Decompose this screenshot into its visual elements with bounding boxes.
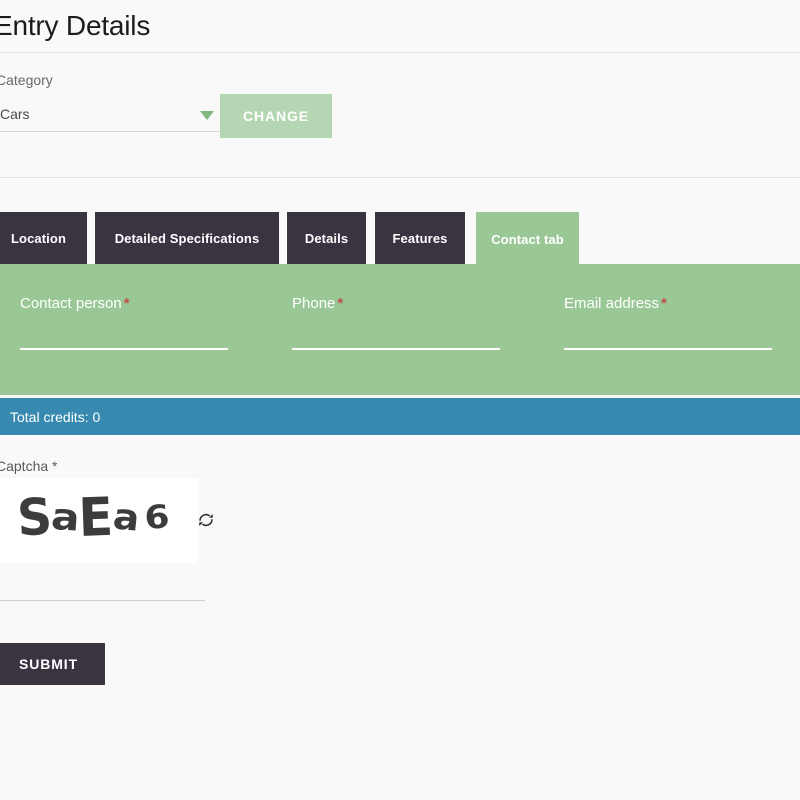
contact-field-label-text: Email address xyxy=(564,295,659,312)
refresh-icon[interactable] xyxy=(197,511,215,529)
contact-tab-panel: Contact person*Phone*Email address* xyxy=(0,264,800,395)
tab-label: Features xyxy=(393,231,448,246)
captcha-label: Captcha * xyxy=(0,456,57,476)
contact-field-label-text: Phone xyxy=(292,295,335,312)
captcha-char: E xyxy=(78,485,114,548)
required-marker: * xyxy=(661,295,667,312)
contact-field-input[interactable] xyxy=(20,326,228,350)
captcha-image: SaEa6 xyxy=(0,478,198,563)
tab-features[interactable]: Features xyxy=(375,212,465,264)
required-marker: * xyxy=(124,295,130,312)
change-category-button[interactable]: CHANGE xyxy=(220,94,332,138)
contact-field-input[interactable] xyxy=(292,326,500,350)
category-selected-value: Cars xyxy=(0,106,30,122)
tab-location[interactable]: Location xyxy=(0,212,87,264)
total-credits-text: Total credits: 0 xyxy=(10,409,100,425)
tab-details[interactable]: Details xyxy=(287,212,366,264)
credits-bar: Total credits: 0 xyxy=(0,398,800,435)
tab-label: Contact tab xyxy=(491,232,564,247)
contact-field-label: Email address* xyxy=(564,294,667,314)
tab-detailed-specifications[interactable]: Detailed Specifications xyxy=(95,212,279,264)
category-select[interactable]: Cars xyxy=(0,102,220,132)
category-label: Category xyxy=(0,70,53,90)
captcha-input[interactable] xyxy=(0,573,205,601)
captcha-char: a xyxy=(111,495,141,540)
contact-field-label-text: Contact person xyxy=(20,295,122,312)
tab-label: Location xyxy=(11,231,66,246)
captcha-char: 6 xyxy=(143,497,170,536)
required-marker: * xyxy=(337,295,343,312)
captcha-image-text: SaEa6 xyxy=(18,490,172,544)
contact-field: Phone* xyxy=(292,294,343,314)
contact-field-label: Phone* xyxy=(292,294,343,314)
captcha-char: S xyxy=(16,486,53,547)
tab-label: Detailed Specifications xyxy=(115,231,260,246)
entry-details-page: Entry Details Category Cars CHANGE Locat… xyxy=(0,0,800,800)
page-title: Entry Details xyxy=(0,8,150,44)
contact-field-label: Contact person* xyxy=(20,294,130,314)
submit-button[interactable]: SUBMIT xyxy=(0,643,105,685)
tab-label: Details xyxy=(305,231,348,246)
category-divider xyxy=(0,177,800,178)
contact-field: Contact person* xyxy=(20,294,130,314)
captcha-char: a xyxy=(50,494,81,539)
tab-contact-tab[interactable]: Contact tab xyxy=(476,212,579,266)
contact-field-input[interactable] xyxy=(564,326,772,350)
chevron-down-icon xyxy=(200,111,214,120)
contact-field: Email address* xyxy=(564,294,667,314)
header-divider xyxy=(0,52,800,53)
